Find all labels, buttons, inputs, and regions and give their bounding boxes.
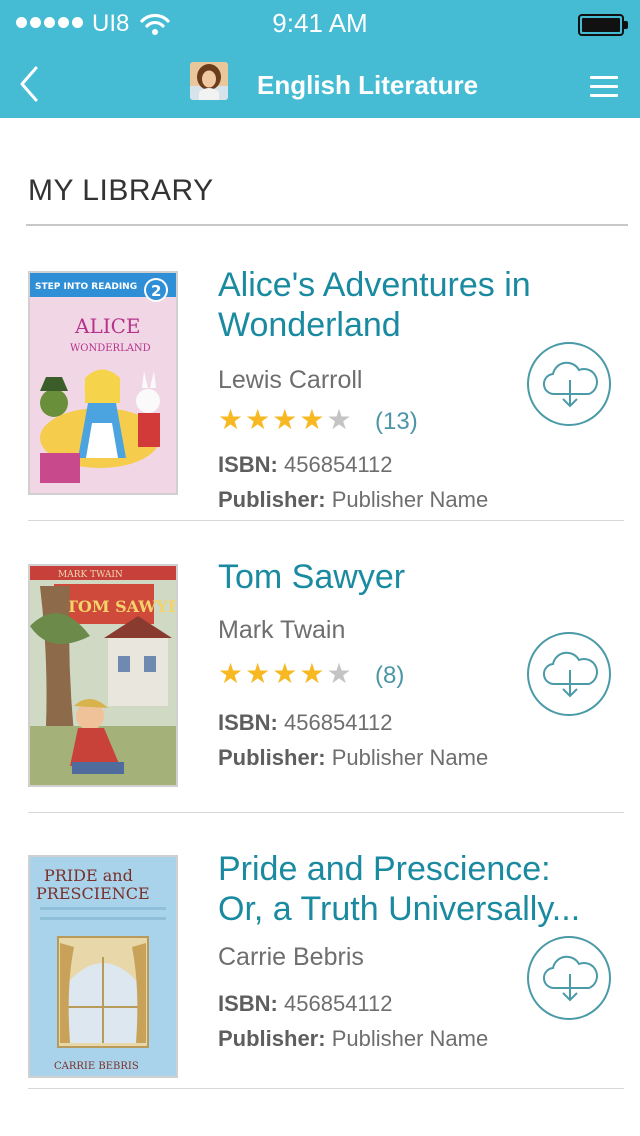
star-filled-icon: ★ — [245, 404, 271, 435]
hamburger-menu-icon[interactable] — [590, 76, 618, 102]
cloud-download-icon — [543, 955, 598, 1002]
book-author: Lewis Carroll — [218, 366, 363, 394]
svg-text:STEP INTO READING: STEP INTO READING — [35, 282, 137, 292]
download-button[interactable] — [527, 632, 611, 716]
row-divider — [28, 812, 624, 813]
book-isbn: ISBN: 456854112 — [218, 452, 393, 477]
navigation-bar: English Literature — [0, 50, 640, 118]
svg-text:ALICE: ALICE — [74, 314, 141, 338]
svg-text:CARRIE BEBRIS: CARRIE BEBRIS — [54, 1061, 139, 1072]
book-title[interactable]: Pride and Prescience: Or, a Truth Univer… — [218, 849, 598, 929]
star-filled-icon: ★ — [272, 404, 298, 435]
book-cover-tom-sawyer[interactable]: MARK TWAIN TOM SAWYER — [28, 564, 178, 787]
star-filled-icon: ★ — [245, 658, 271, 689]
download-button[interactable] — [527, 342, 611, 426]
book-author: Mark Twain — [218, 616, 346, 644]
page-title: English Literature — [257, 70, 479, 100]
row-divider — [28, 520, 624, 521]
book-cover-pride-and-prescience[interactable]: PRIDE and PRESCIENCE CARRIE BEBRIS — [28, 855, 178, 1078]
rating-stars: ★ ★ ★ ★ ★ — [218, 406, 352, 434]
rating-count: (13) — [375, 408, 418, 435]
star-filled-icon: ★ — [272, 658, 298, 689]
star-empty-icon: ★ — [326, 658, 352, 689]
star-filled-icon: ★ — [299, 658, 325, 689]
star-filled-icon: ★ — [218, 658, 244, 689]
back-chevron-icon[interactable] — [12, 62, 52, 106]
book-author: Carrie Bebris — [218, 943, 364, 971]
book-publisher: Publisher: Publisher Name — [218, 1026, 489, 1051]
svg-text:TOM SAWYER: TOM SAWYER — [66, 597, 176, 616]
book-isbn: ISBN: 456854112 — [218, 710, 393, 735]
cloud-download-icon — [543, 361, 598, 408]
status-bar: UI8 9:41 AM — [0, 0, 640, 50]
svg-text:PRIDE and: PRIDE and — [44, 866, 133, 885]
cloud-download-icon — [543, 651, 598, 698]
battery-icon — [578, 14, 628, 36]
book-title[interactable]: Alice's Adventures in Wonderland — [218, 265, 598, 345]
book-isbn: ISBN: 456854112 — [218, 991, 393, 1016]
heading-divider — [26, 224, 628, 226]
svg-text:PRESCIENCE: PRESCIENCE — [36, 884, 150, 903]
star-empty-icon: ★ — [326, 404, 352, 435]
rating-count: (8) — [375, 662, 405, 689]
book-title[interactable]: Tom Sawyer — [218, 557, 598, 597]
rating-stars: ★ ★ ★ ★ ★ — [218, 660, 352, 688]
library-heading: MY LIBRARY — [28, 174, 214, 207]
book-publisher: Publisher: Publisher Name — [218, 487, 489, 512]
star-filled-icon: ★ — [218, 404, 244, 435]
book-publisher: Publisher: Publisher Name — [218, 745, 489, 770]
status-time: 9:41 AM — [272, 8, 368, 38]
download-button[interactable] — [527, 936, 611, 1020]
svg-text:WONDERLAND: WONDERLAND — [70, 343, 151, 354]
row-divider — [28, 1088, 624, 1089]
svg-text:2: 2 — [151, 282, 161, 300]
app-header: UI8 9:41 AM English Literature — [0, 0, 640, 118]
avatar — [190, 62, 228, 100]
star-filled-icon: ★ — [299, 404, 325, 435]
book-cover-alice[interactable]: STEP INTO READING 2 ALICE WONDERLAND — [28, 271, 178, 495]
svg-text:MARK TWAIN: MARK TWAIN — [58, 570, 123, 580]
